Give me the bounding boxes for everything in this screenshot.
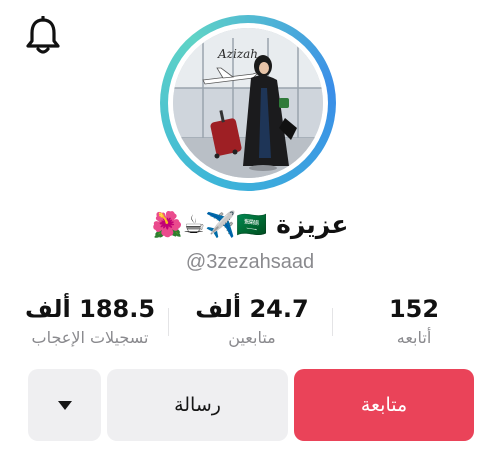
airplane-emoji: ✈️ bbox=[205, 210, 237, 239]
following-label: أتابعه bbox=[396, 328, 432, 347]
stat-likes[interactable]: 188.5 ألف تسجيلات الإعجاب bbox=[10, 292, 170, 356]
stat-followers[interactable]: 24.7 ألف متابعين bbox=[172, 292, 332, 356]
avatar[interactable]: Azizah bbox=[173, 28, 323, 178]
stat-divider bbox=[168, 308, 169, 336]
flower-emoji: 🌺 bbox=[151, 210, 183, 239]
bell-icon[interactable] bbox=[24, 15, 62, 56]
display-name-row: عزيزة 🇸🇦✈️☕🌺 bbox=[0, 205, 500, 245]
likes-label: تسجيلات الإعجاب bbox=[31, 328, 149, 347]
coffee-emoji: ☕ bbox=[182, 210, 206, 239]
stat-divider bbox=[332, 308, 333, 336]
flag-emoji: 🇸🇦 bbox=[236, 210, 268, 239]
avatar-watermark: Azizah bbox=[217, 47, 258, 61]
username: @3zezahsaad bbox=[185, 251, 315, 273]
caret-down-icon bbox=[57, 400, 72, 410]
followers-count: 24.7 ألف bbox=[195, 295, 309, 323]
message-button[interactable]: رسالة bbox=[107, 369, 288, 441]
following-count: 152 bbox=[388, 295, 440, 323]
likes-count: 188.5 ألف bbox=[24, 295, 156, 323]
followers-label: متابعين bbox=[228, 328, 276, 347]
display-name: عزيزة bbox=[276, 210, 349, 239]
more-options-button[interactable] bbox=[28, 369, 101, 441]
avatar-ring[interactable]: Azizah bbox=[160, 15, 336, 191]
profile-photo-illustration: Azizah bbox=[173, 28, 323, 178]
follow-button[interactable]: متابعة bbox=[294, 369, 474, 441]
profile-stats: 188.5 ألف تسجيلات الإعجاب 24.7 ألف متابع… bbox=[0, 292, 500, 356]
avatar-frame: Azizah bbox=[168, 23, 328, 183]
stat-following[interactable]: 152 أتابعه bbox=[334, 292, 494, 356]
